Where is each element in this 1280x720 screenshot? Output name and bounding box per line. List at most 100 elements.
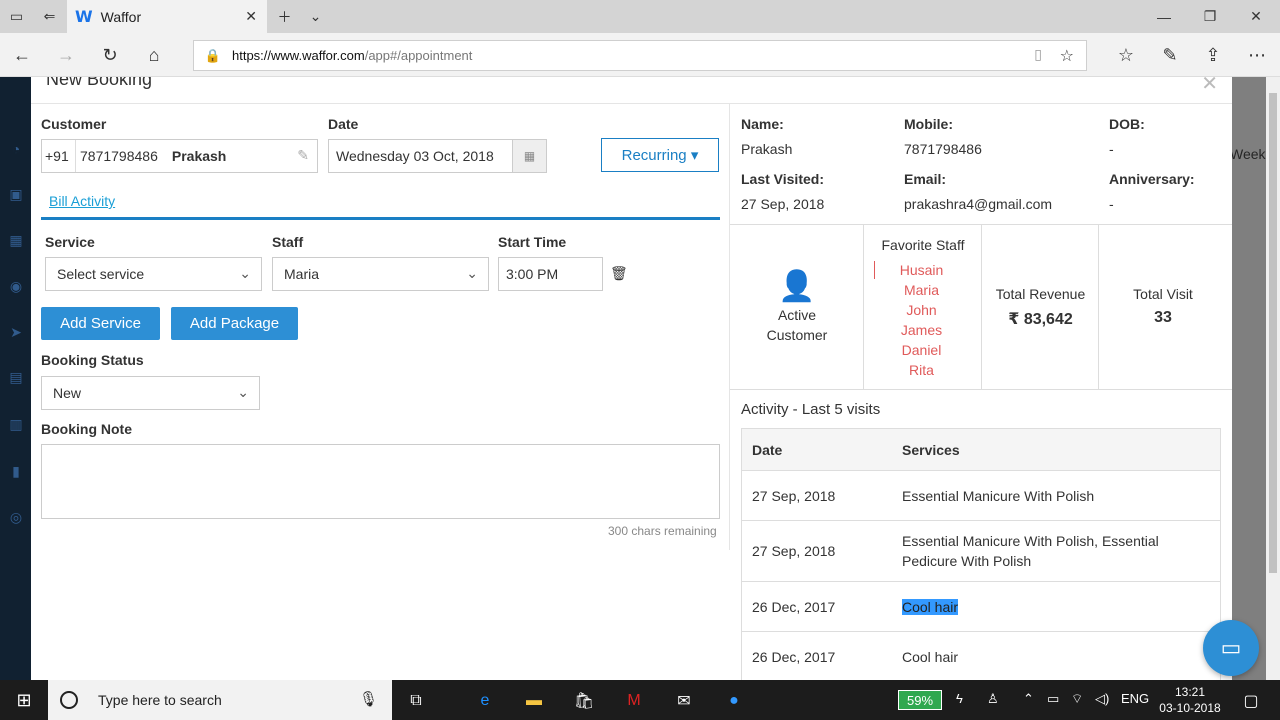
battery-tray-icon[interactable]: ▭ bbox=[1047, 691, 1059, 707]
edit-customer-icon[interactable]: ✎ bbox=[297, 147, 309, 164]
clock[interactable]: 13:21 03-10-2018 bbox=[1157, 684, 1223, 716]
active-customer-cell: 👤 Active Customer bbox=[730, 224, 864, 389]
clock-date: 03-10-2018 bbox=[1159, 701, 1221, 715]
staff-label: Staff bbox=[272, 234, 304, 250]
forward-icon[interactable]: → bbox=[52, 41, 80, 69]
country-code: +91 bbox=[42, 140, 76, 172]
row-services: Essential Manicure With Polish, Essentia… bbox=[902, 533, 1159, 569]
tab-actions-icon[interactable]: ▭ bbox=[0, 0, 33, 33]
activity-table: Date Services 27 Sep, 2018 Essential Man… bbox=[741, 428, 1221, 680]
customer-field[interactable]: +91 7871798486 Prakash ✎ bbox=[41, 139, 318, 173]
favorite-staff-item[interactable]: Rita bbox=[863, 362, 980, 378]
total-revenue-cell: Total Revenue ₹ 83,642 bbox=[982, 224, 1099, 389]
dob-label: DOB: bbox=[1109, 116, 1145, 132]
table-row: 26 Dec, 2017 Cool hair bbox=[742, 582, 1220, 632]
favorite-staff-item[interactable]: James bbox=[863, 322, 980, 338]
file-explorer-icon[interactable]: ▬ bbox=[521, 688, 547, 714]
start-time-value: 3:00 PM bbox=[506, 266, 559, 282]
zoom-icon[interactable]: ● bbox=[721, 688, 747, 714]
row-date: 27 Sep, 2018 bbox=[752, 488, 836, 504]
total-visit-cell: Total Visit 33 bbox=[1099, 224, 1232, 389]
new-booking-modal: New Booking ✕ Customer +91 7871798486 Pr… bbox=[31, 77, 1232, 680]
start-time-label: Start Time bbox=[498, 234, 567, 250]
calendar-icon[interactable]: ▦ bbox=[512, 140, 546, 172]
close-tab-icon[interactable]: ✕ bbox=[245, 8, 257, 25]
tab-list-chevron-icon[interactable]: ⌄ bbox=[299, 0, 332, 33]
add-package-button[interactable]: Add Package bbox=[171, 307, 298, 340]
url-host: https://www.waffor.com bbox=[232, 48, 365, 63]
page-scrollbar[interactable] bbox=[1266, 77, 1280, 680]
store-icon[interactable]: 🛍 bbox=[571, 688, 597, 714]
home-icon[interactable]: ⌂ bbox=[140, 41, 168, 69]
browser-tab-bar: ▭ ⇐ W Waffor ✕ ＋ ⌄ — ❐ ✕ bbox=[0, 0, 1280, 33]
customer-phone: 7871798486 bbox=[80, 148, 158, 164]
taskbar-search-box[interactable]: Type here to search 🎙 bbox=[48, 680, 392, 720]
activity-title: Activity - Last 5 visits bbox=[741, 401, 881, 418]
favorite-staff-item[interactable]: Daniel bbox=[863, 342, 980, 358]
add-service-button[interactable]: Add Service bbox=[41, 307, 160, 340]
reading-view-icon[interactable]: ▯ bbox=[1034, 46, 1042, 63]
url-path: /app#/appointment bbox=[364, 48, 473, 63]
total-revenue-label: Total Revenue bbox=[995, 286, 1086, 302]
customer-name: Prakash bbox=[171, 148, 227, 164]
back-icon[interactable]: ← bbox=[8, 41, 36, 69]
favorite-staff-item[interactable]: Maria bbox=[863, 282, 980, 298]
new-tab-icon[interactable]: ＋ bbox=[268, 0, 301, 33]
windows-start-icon[interactable]: ⊞ bbox=[0, 680, 48, 720]
more-icon[interactable]: ⋯ bbox=[1243, 41, 1271, 69]
date-field[interactable]: Wednesday 03 Oct, 2018 ▦ bbox=[328, 139, 547, 173]
action-center-icon[interactable]: ▢ bbox=[1238, 688, 1264, 714]
mcafee-icon[interactable]: M bbox=[621, 688, 647, 714]
staff-select[interactable]: Maria ⌄ bbox=[272, 257, 489, 291]
favorite-staff-item[interactable]: John bbox=[863, 302, 980, 318]
language-indicator[interactable]: ENG bbox=[1121, 691, 1149, 706]
service-select[interactable]: Select service ⌄ bbox=[45, 257, 262, 291]
table-row: 27 Sep, 2018 Essential Manicure With Pol… bbox=[742, 521, 1220, 582]
modal-close-icon[interactable]: ✕ bbox=[1201, 77, 1218, 96]
row-date: 26 Dec, 2017 bbox=[752, 599, 836, 615]
services-header: Services bbox=[902, 442, 960, 458]
tab-underline bbox=[41, 217, 720, 220]
edge-browser-icon[interactable]: e bbox=[472, 688, 498, 714]
chevron-down-icon: ⌄ bbox=[237, 384, 249, 400]
total-visit-value: 33 bbox=[1154, 309, 1172, 326]
bill-activity-tab[interactable]: Bill Activity bbox=[49, 193, 115, 209]
favorites-hub-icon[interactable]: ☆ bbox=[1112, 41, 1140, 69]
window-close-icon[interactable]: ✕ bbox=[1233, 0, 1279, 33]
task-view-icon[interactable]: ⧉ bbox=[403, 688, 429, 714]
favorite-star-icon[interactable]: ☆ bbox=[1060, 46, 1074, 66]
set-aside-tabs-icon[interactable]: ⇐ bbox=[33, 0, 66, 33]
chevron-down-icon: ⌄ bbox=[239, 265, 251, 281]
web-note-icon[interactable]: ✎ bbox=[1156, 41, 1184, 69]
minimize-icon[interactable]: — bbox=[1141, 0, 1187, 33]
selected-text: Cool hair bbox=[902, 599, 959, 615]
favorite-staff-item[interactable]: Husain bbox=[863, 262, 980, 278]
cortana-icon bbox=[60, 691, 78, 709]
mail-icon[interactable]: ✉ bbox=[671, 688, 697, 714]
address-bar[interactable]: 🔒 https://www.waffor.com/app#/appointmen… bbox=[193, 40, 1087, 71]
total-visit-label: Total Visit bbox=[1133, 286, 1193, 302]
booking-note-label: Booking Note bbox=[41, 421, 132, 437]
trash-icon[interactable]: 🗑 bbox=[610, 265, 628, 282]
tab-title: Waffor bbox=[100, 8, 142, 25]
favorite-staff-label: Favorite Staff bbox=[881, 237, 965, 253]
refresh-icon[interactable]: ↻ bbox=[96, 41, 124, 69]
wifi-icon[interactable]: ⌔ bbox=[1071, 691, 1083, 707]
clock-time: 13:21 bbox=[1174, 685, 1206, 699]
battery-indicator[interactable]: 59% bbox=[898, 690, 942, 710]
microphone-icon[interactable]: 🎙 bbox=[359, 690, 378, 708]
recurring-button[interactable]: Recurring ▾ bbox=[601, 138, 719, 172]
chars-remaining: 300 chars remaining bbox=[608, 524, 717, 538]
scrollbar-thumb[interactable] bbox=[1269, 93, 1277, 573]
booking-note-textarea[interactable] bbox=[41, 444, 720, 519]
start-time-input[interactable]: 3:00 PM bbox=[498, 257, 603, 291]
chevron-down-icon: ⌄ bbox=[466, 265, 478, 281]
booking-status-select[interactable]: New ⌄ bbox=[41, 376, 260, 410]
volume-icon[interactable]: ◁) bbox=[1095, 691, 1109, 707]
restore-icon[interactable]: ❐ bbox=[1187, 0, 1233, 33]
tray-chevron-icon[interactable]: ⌃ bbox=[1023, 691, 1034, 707]
share-icon[interactable]: ⇪ bbox=[1199, 41, 1227, 69]
chat-support-icon[interactable]: ▭ bbox=[1203, 620, 1259, 676]
browser-tab[interactable]: W Waffor ✕ bbox=[67, 0, 267, 33]
people-icon[interactable]: ♙ bbox=[987, 691, 999, 707]
